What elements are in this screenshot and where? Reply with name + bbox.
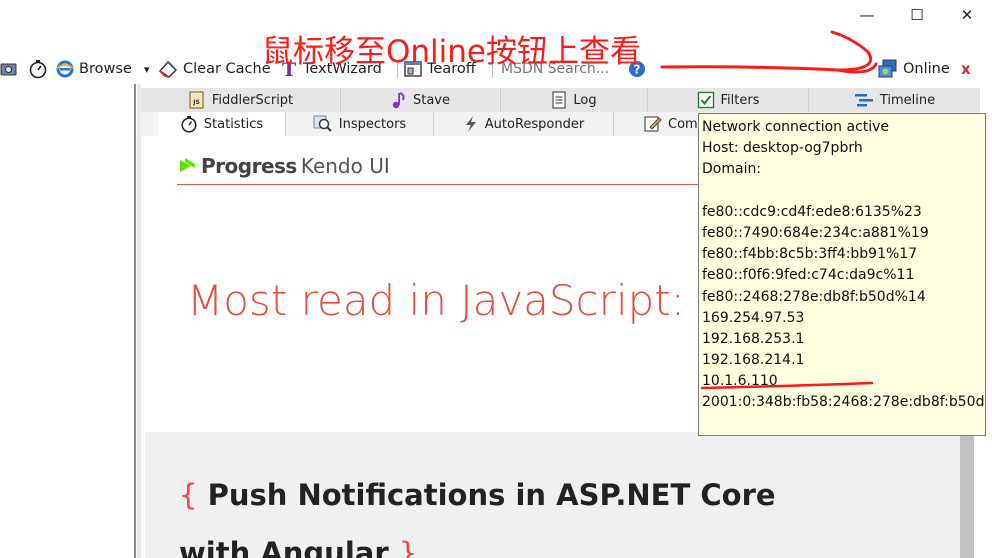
annotation-arrow-stroke [660, 30, 878, 74]
annotation-strokes [660, 30, 878, 390]
annotation-underline [700, 381, 874, 390]
